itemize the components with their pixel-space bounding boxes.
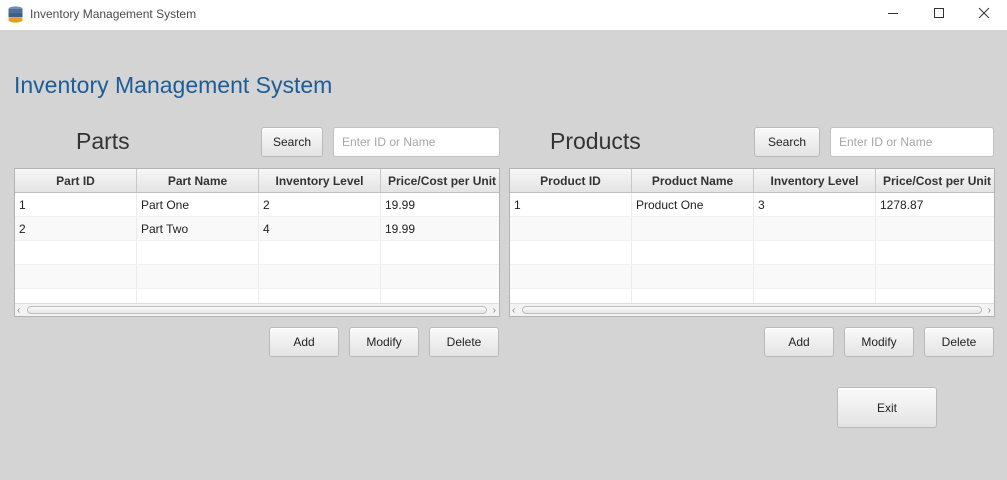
empty-cell	[15, 265, 137, 288]
empty-row	[15, 265, 499, 289]
price-cell: 1278.87	[880, 197, 924, 212]
empty-row	[510, 217, 994, 241]
scrollbar-thumb[interactable]	[522, 306, 982, 314]
part-id-cell: 1	[15, 193, 137, 216]
empty-cell	[510, 241, 632, 264]
empty-row	[15, 241, 499, 265]
empty-cell	[632, 217, 754, 240]
column-header-part-id[interactable]: Part ID	[15, 169, 137, 192]
table-row[interactable]: 2 Part Two 4 19.99	[15, 217, 499, 241]
inventory-level-cell: 3	[754, 193, 876, 216]
empty-cell	[15, 241, 137, 264]
empty-cell	[754, 265, 876, 288]
inventory-level-cell: 4	[259, 217, 381, 240]
empty-cell	[137, 265, 259, 288]
parts-table[interactable]: Part ID Part Name Inventory Level Price/…	[14, 168, 500, 317]
inventory-level-cell: 2	[259, 193, 381, 216]
empty-cell	[876, 265, 994, 288]
empty-cell	[381, 265, 499, 288]
column-header-inventory-level[interactable]: Inventory Level	[259, 169, 381, 192]
empty-cell	[259, 241, 381, 264]
maximize-button[interactable]	[916, 0, 962, 30]
empty-row	[510, 241, 994, 265]
part-id-cell: 2	[15, 217, 137, 240]
maximize-icon	[933, 6, 945, 24]
empty-cell	[510, 217, 632, 240]
products-add-button[interactable]: Add	[764, 327, 834, 357]
parts-table-header: Part ID Part Name Inventory Level Price/…	[15, 169, 499, 193]
window-titlebar: Inventory Management System	[0, 0, 1007, 30]
product-name-cell: Product One	[632, 193, 754, 216]
parts-search-input[interactable]: Enter ID or Name	[333, 127, 500, 157]
empty-cell	[876, 217, 994, 240]
empty-cell	[632, 265, 754, 288]
database-icon	[8, 6, 23, 23]
products-search-input[interactable]: Enter ID or Name	[830, 127, 994, 157]
products-title: Products	[550, 128, 641, 154]
close-window-button[interactable]	[961, 0, 1007, 30]
app-heading: Inventory Management System	[14, 72, 333, 98]
scroll-left-icon[interactable]: ‹	[17, 305, 20, 316]
empty-cell	[137, 241, 259, 264]
close-icon	[978, 6, 990, 24]
price-cell: 19.99	[385, 197, 416, 212]
column-header-product-id[interactable]: Product ID	[510, 169, 632, 192]
column-header-product-name[interactable]: Product Name	[632, 169, 754, 192]
products-horizontal-scrollbar[interactable]: ‹ ›	[510, 303, 994, 316]
empty-cell	[754, 217, 876, 240]
table-row[interactable]: 1 Part One 2 19.99	[15, 193, 499, 217]
empty-cell	[632, 241, 754, 264]
products-modify-button[interactable]: Modify	[844, 327, 914, 357]
empty-cell	[754, 241, 876, 264]
products-table-header: Product ID Product Name Inventory Level …	[510, 169, 994, 193]
scrollbar-thumb[interactable]	[27, 306, 487, 314]
parts-delete-button[interactable]: Delete	[429, 327, 499, 357]
empty-cell	[510, 265, 632, 288]
table-row[interactable]: 1 Product One 3 1278.87	[510, 193, 994, 217]
parts-search-button[interactable]: Search	[261, 127, 323, 157]
column-header-part-name[interactable]: Part Name	[137, 169, 259, 192]
column-header-price[interactable]: Price/Cost per Unit	[381, 169, 499, 192]
exit-button[interactable]: Exit	[837, 387, 937, 428]
parts-add-button[interactable]: Add	[269, 327, 339, 357]
parts-modify-button[interactable]: Modify	[349, 327, 419, 357]
parts-title: Parts	[76, 128, 130, 154]
empty-cell	[381, 241, 499, 264]
part-name-cell: Part Two	[137, 217, 259, 240]
parts-horizontal-scrollbar[interactable]: ‹ ›	[15, 303, 499, 316]
minimize-button[interactable]	[870, 0, 916, 30]
empty-cell	[259, 265, 381, 288]
part-name-cell: Part One	[137, 193, 259, 216]
product-id-cell: 1	[510, 193, 632, 216]
scroll-right-icon[interactable]: ›	[493, 305, 496, 316]
scroll-right-icon[interactable]: ›	[988, 305, 991, 316]
empty-cell	[876, 241, 994, 264]
window-title: Inventory Management System	[30, 7, 197, 21]
products-table[interactable]: Product ID Product Name Inventory Level …	[509, 168, 995, 317]
products-delete-button[interactable]: Delete	[924, 327, 994, 357]
column-header-price[interactable]: Price/Cost per Unit	[876, 169, 994, 192]
scroll-left-icon[interactable]: ‹	[512, 305, 515, 316]
products-search-button[interactable]: Search	[754, 127, 820, 157]
price-cell: 19.99	[385, 221, 416, 236]
column-header-inventory-level[interactable]: Inventory Level	[754, 169, 876, 192]
minimize-icon	[887, 6, 899, 24]
empty-row	[510, 265, 994, 289]
